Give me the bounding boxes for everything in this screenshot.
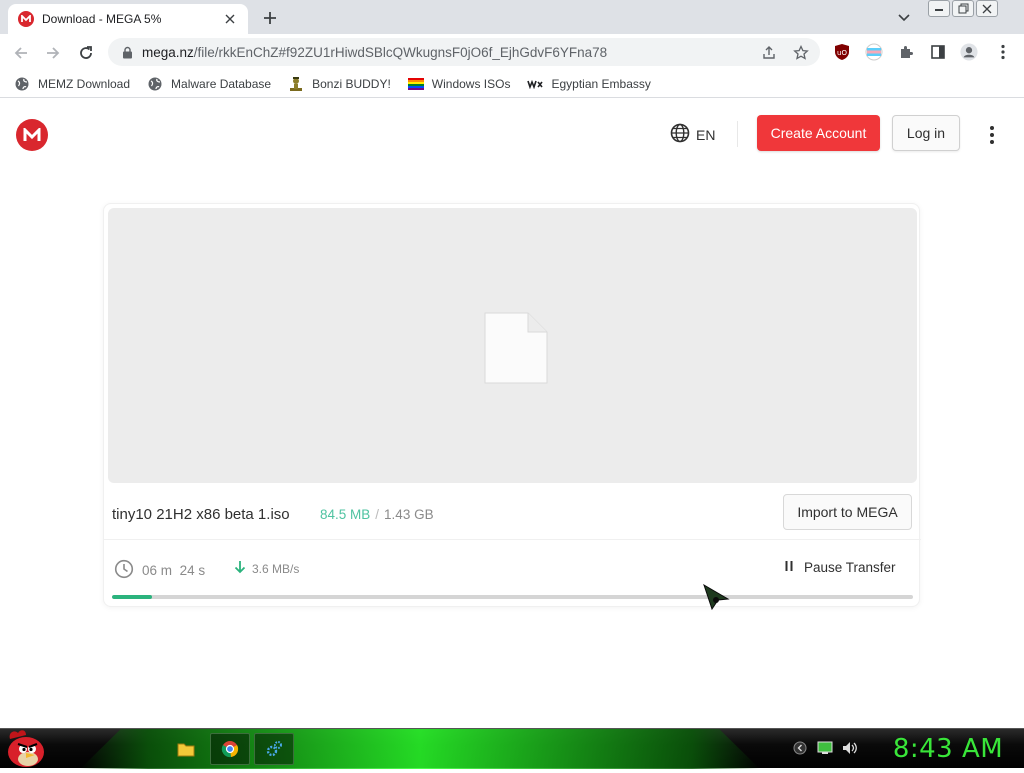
restore-button[interactable] xyxy=(952,0,974,17)
profile-icon[interactable] xyxy=(960,43,978,61)
share-icon[interactable] xyxy=(760,44,778,62)
browser-tab[interactable]: Download - MEGA 5% xyxy=(8,4,248,34)
volume-icon[interactable] xyxy=(842,740,858,756)
angry-bird-icon xyxy=(8,730,44,767)
row-divider xyxy=(104,539,921,540)
flag-extension-icon[interactable] xyxy=(865,43,883,61)
window-controls xyxy=(928,0,998,17)
folder-icon xyxy=(177,743,195,757)
arrow-down-icon xyxy=(234,560,246,577)
bookmark-egyptian-embassy[interactable]: Egyptian Embassy xyxy=(527,76,651,92)
wix-icon xyxy=(527,76,544,92)
time-remaining: 06 m 24 s xyxy=(114,559,205,582)
pause-icon xyxy=(784,560,794,575)
login-button[interactable]: Log in xyxy=(892,115,960,151)
globe-icon xyxy=(147,76,163,92)
language-selector[interactable]: EN xyxy=(670,123,715,146)
file-name: tiny10 21H2 x86 beta 1.iso xyxy=(112,506,290,523)
time-seconds-unit: s xyxy=(198,563,206,578)
download-card: tiny10 21H2 x86 beta 1.iso 84.5 MB / 1.43 … xyxy=(103,203,921,607)
more-menu-icon[interactable] xyxy=(982,124,1002,146)
chrome-menu-icon[interactable] xyxy=(994,43,1012,61)
tab-title: Download - MEGA 5% xyxy=(42,12,162,26)
time-minutes: 06 xyxy=(142,563,158,578)
bookmark-label: Bonzi BUDDY! xyxy=(312,76,391,91)
file-size: 84.5 MB / 1.43 GB xyxy=(320,507,434,522)
bonzi-icon xyxy=(288,76,304,92)
taskbar-app-explorer[interactable] xyxy=(166,733,206,765)
forward-button[interactable] xyxy=(42,42,64,64)
pause-transfer-button[interactable]: Pause Transfer xyxy=(784,560,896,575)
url-path: /file/rkkEnChZ#f92ZU1rHiwdSBlcQWkugnsF0j… xyxy=(193,44,608,60)
language-label: EN xyxy=(696,126,716,143)
start-button[interactable] xyxy=(4,727,48,768)
speed-value: 3.6 MB/s xyxy=(252,561,300,576)
transfer-status-row: 06 m 24 s 3.6 MB/s Pause Transfer xyxy=(104,544,921,590)
taskbar xyxy=(0,728,1024,769)
minimize-button[interactable] xyxy=(928,0,950,17)
total-size: 1.43 GB xyxy=(384,507,434,522)
time-seconds: 24 xyxy=(179,563,195,578)
taskbar-clock[interactable]: 8:43 AM xyxy=(880,733,1016,765)
create-account-button[interactable]: Create Account xyxy=(757,115,880,151)
import-to-mega-button[interactable]: Import to MEGA xyxy=(783,494,912,530)
progress-bar xyxy=(112,595,913,599)
bookmark-label: Malware Database xyxy=(171,76,272,91)
lock-icon[interactable] xyxy=(120,45,134,59)
taskbar-app-settings[interactable] xyxy=(254,733,294,765)
header-divider xyxy=(737,121,738,147)
file-icon xyxy=(484,312,548,384)
close-icon[interactable] xyxy=(222,11,238,27)
bookmark-malware-database[interactable]: Malware Database xyxy=(147,76,271,92)
address-bar[interactable]: mega.nz/file/rkkEnChZ#f92ZU1rHiwdSBlcQWk… xyxy=(108,38,820,66)
tray-expand-icon[interactable] xyxy=(792,740,808,756)
new-tab-button[interactable] xyxy=(258,6,282,30)
size-separator: / xyxy=(375,507,380,522)
rainbow-flag-icon xyxy=(407,76,424,92)
ublock-icon[interactable]: uO xyxy=(833,43,851,61)
url-host: mega.nz xyxy=(142,44,194,60)
url-text: mega.nz/file/rkkEnChZ#f92ZU1rHiwdSBlcQWk… xyxy=(142,45,607,60)
progress-fill xyxy=(112,595,153,599)
settings-icon xyxy=(266,741,282,757)
file-preview xyxy=(108,208,917,483)
side-panel-icon[interactable] xyxy=(929,43,947,61)
bookmark-label: MEMZ Download xyxy=(38,76,131,91)
puzzle-icon[interactable] xyxy=(897,43,915,61)
bookmark-bonzi-buddy[interactable]: Bonzi BUDDY! xyxy=(288,76,391,92)
globe-icon xyxy=(670,123,690,146)
bookmark-label: Windows ISOs xyxy=(431,76,511,91)
mouse-cursor-icon xyxy=(703,583,730,611)
network-icon[interactable] xyxy=(817,740,833,756)
time-value: 06 m 24 s xyxy=(142,563,205,578)
svg-text:uO: uO xyxy=(837,49,847,57)
transfer-speed: 3.6 MB/s xyxy=(234,560,299,577)
back-button[interactable] xyxy=(10,42,32,64)
close-window-button[interactable] xyxy=(976,0,998,17)
pause-label: Pause Transfer xyxy=(804,560,896,575)
clock-icon xyxy=(114,559,134,582)
bookmark-label: Egyptian Embassy xyxy=(551,76,651,91)
bookmark-memz[interactable]: MEMZ Download xyxy=(14,76,130,92)
reload-button[interactable] xyxy=(75,42,97,64)
chevron-down-icon[interactable] xyxy=(894,8,914,28)
star-icon[interactable] xyxy=(792,44,810,62)
chrome-icon xyxy=(221,741,239,758)
tab-strip: Download - MEGA 5% xyxy=(0,0,1024,34)
taskbar-app-chrome[interactable] xyxy=(210,733,250,765)
file-info-row: tiny10 21H2 x86 beta 1.iso 84.5 MB / 1.43 … xyxy=(104,487,921,541)
mega-icon xyxy=(18,11,34,27)
downloaded-size: 84.5 MB xyxy=(320,507,371,522)
time-minutes-unit: m xyxy=(160,563,173,578)
bookmarks-bar: MEMZ Download Malware Database Bonzi BUD… xyxy=(0,70,1024,98)
globe-icon xyxy=(14,76,30,92)
mega-logo[interactable] xyxy=(16,119,48,151)
browser-toolbar: mega.nz/file/rkkEnChZ#f92ZU1rHiwdSBlcQWk… xyxy=(0,34,1024,70)
bookmark-windows-isos[interactable]: Windows ISOs xyxy=(407,76,511,92)
